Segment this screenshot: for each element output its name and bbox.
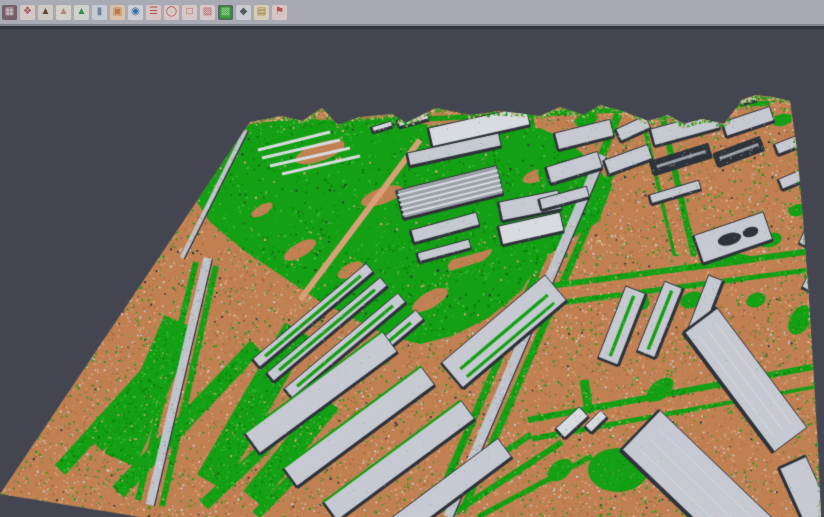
circle-select-icon[interactable]: ◯ bbox=[164, 5, 179, 20]
measure-icon[interactable]: ▤ bbox=[254, 5, 269, 20]
grid-clip-icon[interactable]: ▨ bbox=[200, 5, 215, 20]
application-window: ▦❖▲▲▲▮▣◉☰◯□▨▩◆▤⚑ bbox=[0, 0, 824, 517]
ortho-view-icon[interactable]: ▣ bbox=[110, 5, 125, 20]
profile-view-icon[interactable]: ▮ bbox=[92, 5, 107, 20]
dem-dark-icon[interactable]: ▲ bbox=[38, 5, 53, 20]
pointcloud-3d-viewport[interactable] bbox=[0, 29, 824, 517]
elevation-bands-icon[interactable]: ☰ bbox=[146, 5, 161, 20]
open-cloud-icon[interactable]: ▦ bbox=[2, 5, 17, 20]
globe-3d-icon[interactable]: ◉ bbox=[128, 5, 143, 20]
dem-light-icon[interactable]: ▲ bbox=[56, 5, 71, 20]
toolbar: ▦❖▲▲▲▮▣◉☰◯□▨▩◆▤⚑ bbox=[0, 0, 824, 24]
point-cube-icon[interactable]: ◆ bbox=[236, 5, 251, 20]
flag-tool-icon[interactable]: ⚑ bbox=[272, 5, 287, 20]
tin-surface-icon[interactable]: ▲ bbox=[74, 5, 89, 20]
rect-select-icon[interactable]: □ bbox=[182, 5, 197, 20]
classify-tool-icon[interactable]: ❖ bbox=[20, 5, 35, 20]
classification-render-icon[interactable]: ▩ bbox=[218, 5, 233, 20]
